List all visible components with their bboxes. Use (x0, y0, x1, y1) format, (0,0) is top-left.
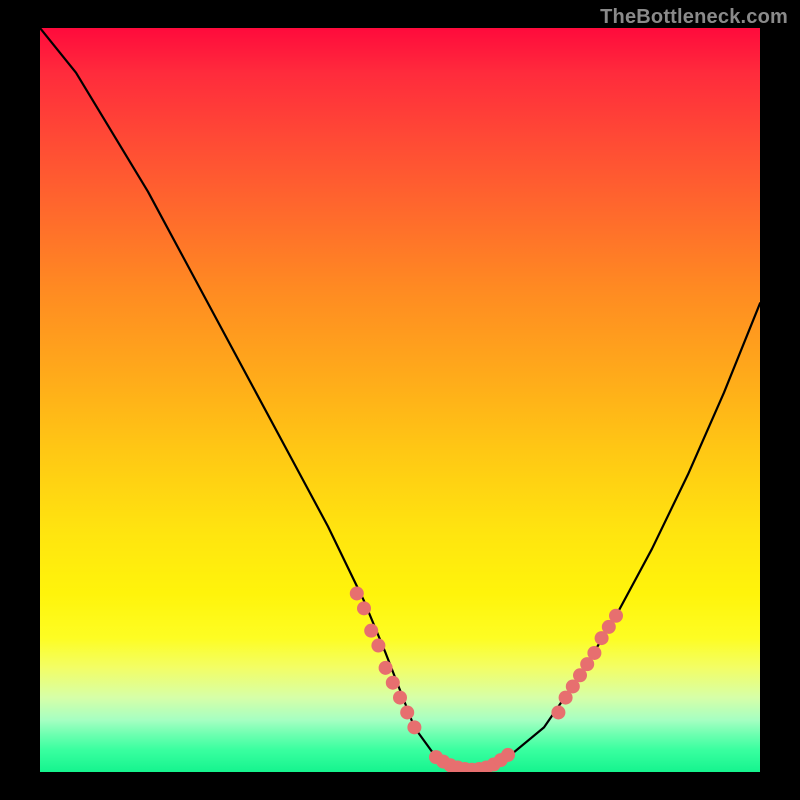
data-marker (350, 586, 364, 600)
data-marker (393, 691, 407, 705)
data-marker (587, 646, 601, 660)
curve-layer (40, 28, 760, 772)
plot-area (40, 28, 760, 772)
data-marker (357, 601, 371, 615)
data-marker (407, 720, 421, 734)
marker-layer (350, 586, 623, 772)
data-marker (364, 624, 378, 638)
data-marker (501, 748, 515, 762)
data-marker (609, 609, 623, 623)
watermark-text: TheBottleneck.com (600, 6, 788, 29)
data-marker (551, 705, 565, 719)
data-marker (371, 639, 385, 653)
chart-frame: TheBottleneck.com (0, 0, 800, 800)
data-marker (379, 661, 393, 675)
data-marker (386, 676, 400, 690)
data-marker (400, 705, 414, 719)
bottleneck-curve (40, 28, 760, 772)
chart-svg (40, 28, 760, 772)
